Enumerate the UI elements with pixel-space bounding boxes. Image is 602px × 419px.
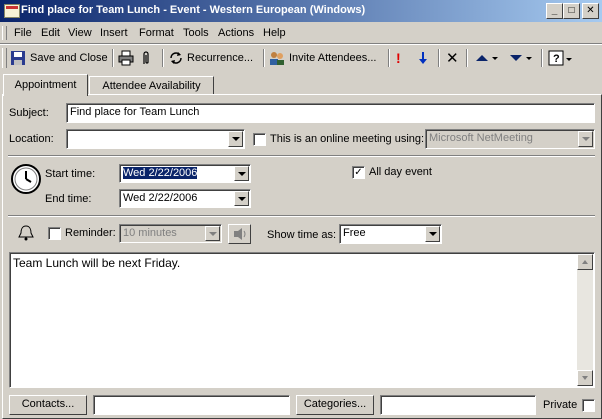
online-meeting-label: This is an online meeting using: bbox=[270, 133, 425, 145]
paperclip-icon bbox=[143, 51, 149, 64]
svg-text:?: ? bbox=[553, 53, 560, 65]
location-label: Location: bbox=[9, 133, 54, 145]
attendees-icon bbox=[270, 52, 284, 65]
tab-attendee-availability[interactable]: Attendee Availability bbox=[89, 76, 214, 95]
reminder-bell-icon bbox=[18, 225, 34, 241]
window-title: Find place for Team Lunch - Event - West… bbox=[21, 4, 366, 16]
low-importance-button[interactable] bbox=[418, 48, 428, 68]
menu-edit[interactable]: Edit bbox=[41, 27, 60, 39]
private-checkbox[interactable] bbox=[582, 399, 595, 412]
menu-format[interactable]: Format bbox=[139, 27, 174, 39]
show-time-as-dropdown-button[interactable] bbox=[425, 226, 440, 242]
save-icon bbox=[11, 51, 25, 65]
close-button[interactable]: ✕ bbox=[582, 3, 599, 19]
online-meeting-select: Microsoft NetMeeting bbox=[425, 129, 595, 149]
online-meeting-value: Microsoft NetMeeting bbox=[429, 132, 533, 144]
notes-scrollbar[interactable] bbox=[577, 254, 593, 386]
private-label: Private bbox=[543, 399, 578, 411]
attach-button[interactable] bbox=[140, 48, 152, 68]
sound-button[interactable] bbox=[228, 224, 251, 244]
categories-button[interactable]: Categories... bbox=[296, 395, 374, 415]
categories-input[interactable] bbox=[380, 395, 536, 415]
toolbar-grip bbox=[2, 48, 7, 68]
show-time-as-value: Free bbox=[343, 227, 366, 239]
invite-label: Invite Attendees... bbox=[289, 52, 377, 64]
notes-text: Team Lunch will be next Friday. bbox=[13, 256, 181, 270]
recurrence-icon bbox=[170, 52, 182, 64]
end-date-value: Wed 2/22/2006 bbox=[123, 192, 198, 204]
toolbar: Save and Close Recurrence... Invite Atte… bbox=[0, 44, 602, 71]
end-time-label: End time: bbox=[45, 193, 92, 205]
contacts-input[interactable] bbox=[93, 395, 290, 415]
scroll-down-icon bbox=[582, 376, 588, 380]
start-time-label: Start time: bbox=[45, 168, 96, 180]
speaker-icon bbox=[234, 228, 246, 240]
menu-tools[interactable]: Tools bbox=[183, 27, 209, 39]
title-bar: Find place for Team Lunch - Event - West… bbox=[0, 0, 602, 22]
previous-item-button[interactable] bbox=[474, 48, 498, 68]
menu-file[interactable]: File bbox=[14, 27, 32, 39]
next-item-button[interactable] bbox=[508, 48, 532, 68]
recurrence-button[interactable]: Recurrence... bbox=[168, 48, 253, 68]
high-importance-icon[interactable]: ! bbox=[396, 48, 401, 68]
reminder-dropdown-button bbox=[205, 226, 220, 241]
save-close-button[interactable]: Save and Close bbox=[10, 48, 108, 68]
low-importance-icon bbox=[419, 52, 427, 64]
all-day-label: All day event bbox=[369, 166, 432, 178]
menu-bar: File Edit View Insert Format Tools Actio… bbox=[0, 23, 602, 43]
reminder-checkbox[interactable] bbox=[48, 227, 61, 240]
clock-icon bbox=[11, 164, 41, 194]
location-input[interactable] bbox=[66, 129, 245, 149]
save-close-label: Save and Close bbox=[30, 52, 108, 64]
menu-grip bbox=[2, 26, 7, 40]
print-button[interactable] bbox=[118, 48, 134, 68]
online-meeting-checkbox[interactable] bbox=[253, 133, 266, 146]
contacts-button[interactable]: Contacts... bbox=[9, 395, 87, 415]
delete-icon[interactable]: ✕ bbox=[446, 48, 459, 68]
start-date-dropdown-button[interactable] bbox=[234, 166, 249, 181]
end-date-dropdown-button[interactable] bbox=[234, 191, 249, 206]
divider bbox=[8, 155, 595, 157]
scroll-up-button[interactable] bbox=[577, 254, 593, 270]
show-time-as-label: Show time as: bbox=[267, 229, 337, 241]
location-dropdown-button[interactable] bbox=[228, 131, 243, 147]
end-date-input[interactable]: Wed 2/22/2006 bbox=[119, 189, 251, 208]
recurrence-label: Recurrence... bbox=[187, 52, 254, 64]
help-icon: ? bbox=[548, 50, 572, 66]
tab-appointment[interactable]: Appointment bbox=[3, 74, 88, 96]
all-day-checkbox[interactable]: ✓ bbox=[352, 166, 365, 179]
start-date-input[interactable]: Wed 2/22/2006 bbox=[119, 164, 251, 183]
reminder-label: Reminder: bbox=[65, 227, 116, 239]
subject-label: Subject: bbox=[9, 107, 49, 119]
online-meeting-dropdown-button bbox=[578, 131, 593, 147]
menu-actions[interactable]: Actions bbox=[218, 27, 254, 39]
scroll-down-button[interactable] bbox=[577, 370, 593, 386]
notes-textarea[interactable]: Team Lunch will be next Friday. bbox=[9, 252, 595, 388]
subject-input[interactable]: Find place for Team Lunch bbox=[66, 103, 595, 123]
show-time-as-select[interactable]: Free bbox=[339, 224, 442, 244]
down-arrow-icon bbox=[510, 55, 532, 61]
calendar-icon bbox=[4, 4, 20, 18]
reminder-value: 10 minutes bbox=[123, 227, 177, 239]
print-icon bbox=[118, 50, 134, 66]
maximize-button[interactable]: □ bbox=[563, 3, 580, 19]
start-date-value: Wed 2/22/2006 bbox=[123, 167, 198, 179]
divider bbox=[8, 215, 595, 217]
scroll-up-icon bbox=[582, 260, 588, 264]
menu-view[interactable]: View bbox=[68, 27, 92, 39]
invite-attendees-button[interactable]: Invite Attendees... bbox=[268, 48, 376, 68]
menu-insert[interactable]: Insert bbox=[100, 27, 128, 39]
menu-help[interactable]: Help bbox=[263, 27, 286, 39]
help-button[interactable]: ? bbox=[548, 48, 574, 68]
reminder-select: 10 minutes bbox=[119, 224, 222, 243]
up-arrow-icon bbox=[476, 55, 498, 61]
minimize-button[interactable]: _ bbox=[546, 3, 563, 19]
